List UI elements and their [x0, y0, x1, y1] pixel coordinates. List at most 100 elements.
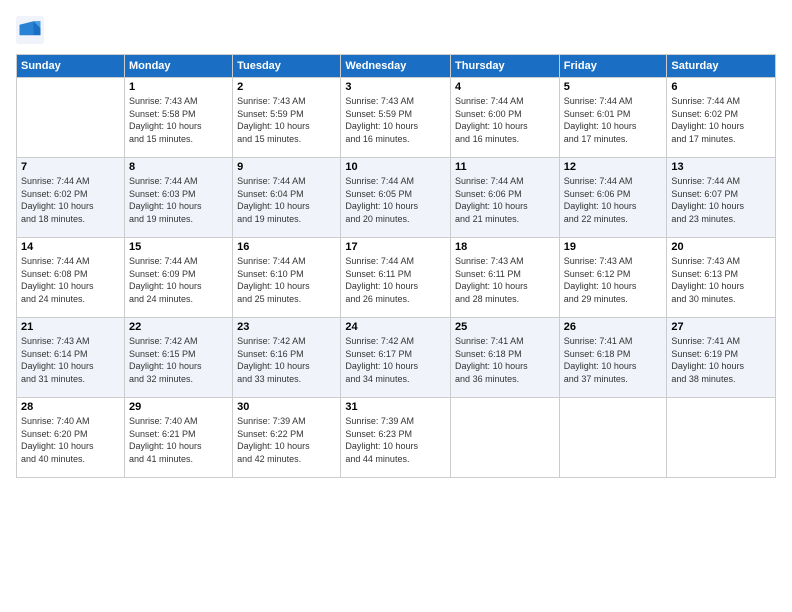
day-number: 30 — [237, 401, 336, 413]
day-header-sunday: Sunday — [17, 55, 125, 78]
day-number: 6 — [671, 81, 771, 93]
calendar-week-1: 1 Sunrise: 7:43 AM Sunset: 5:58 PM Daylig… — [17, 78, 776, 158]
day-number: 23 — [237, 321, 336, 333]
calendar-cell: 14 Sunrise: 7:44 AM Sunset: 6:08 PM Dayli… — [17, 238, 125, 318]
day-header-friday: Friday — [559, 55, 667, 78]
day-number: 5 — [564, 81, 663, 93]
day-number: 29 — [129, 401, 228, 413]
calendar-cell: 2Sunrise: 7:43 AM Sunset: 5:59 PM Daylig… — [233, 78, 341, 158]
calendar-table: SundayMondayTuesdayWednesdayThursdayFrid… — [16, 54, 776, 478]
day-info: Sunrise: 7:43 AM Sunset: 6:14 PM Dayligh… — [21, 335, 120, 385]
day-number: 13 — [671, 161, 771, 173]
logo — [16, 16, 46, 44]
day-header-thursday: Thursday — [451, 55, 560, 78]
day-number: 18 — [455, 241, 555, 253]
calendar-cell — [451, 398, 560, 478]
day-info: Sunrise: 7:42 AM Sunset: 6:17 PM Dayligh… — [345, 335, 446, 385]
calendar-cell — [559, 398, 667, 478]
day-info: Sunrise: 7:44 AM Sunset: 6:10 PM Dayligh… — [237, 255, 336, 305]
day-number: 10 — [345, 161, 446, 173]
day-header-tuesday: Tuesday — [233, 55, 341, 78]
day-number: 1 — [129, 81, 228, 93]
calendar-cell: 4 Sunrise: 7:44 AM Sunset: 6:00 PM Daylig… — [451, 78, 560, 158]
day-number: 26 — [564, 321, 663, 333]
calendar-cell: 13 Sunrise: 7:44 AM Sunset: 6:07 PM Dayli… — [667, 158, 776, 238]
day-number: 12 — [564, 161, 663, 173]
calendar-cell: 10 Sunrise: 7:44 AM Sunset: 6:05 PM Dayli… — [341, 158, 451, 238]
calendar-week-2: 7Sunrise: 7:44 AM Sunset: 6:02 PM Daylig… — [17, 158, 776, 238]
calendar-cell: 7Sunrise: 7:44 AM Sunset: 6:02 PM Daylig… — [17, 158, 125, 238]
day-info: Sunrise: 7:44 AM Sunset: 6:05 PM Dayligh… — [345, 175, 446, 225]
day-info: Sunrise: 7:44 AM Sunset: 6:06 PM Dayligh… — [455, 175, 555, 225]
calendar-cell: 17 Sunrise: 7:44 AM Sunset: 6:11 PM Dayli… — [341, 238, 451, 318]
calendar-cell: 27 Sunrise: 7:41 AM Sunset: 6:19 PM Dayli… — [667, 318, 776, 398]
calendar-cell: 15 Sunrise: 7:44 AM Sunset: 6:09 PM Dayli… — [124, 238, 232, 318]
calendar-cell: 20 Sunrise: 7:43 AM Sunset: 6:13 PM Dayli… — [667, 238, 776, 318]
day-info: Sunrise: 7:41 AM Sunset: 6:18 PM Dayligh… — [455, 335, 555, 385]
day-info: Sunrise: 7:43 AM Sunset: 5:58 PM Dayligh… — [129, 95, 228, 145]
calendar-cell — [667, 398, 776, 478]
day-info: Sunrise: 7:42 AM Sunset: 6:16 PM Dayligh… — [237, 335, 336, 385]
day-number: 3 — [345, 81, 446, 93]
day-number: 28 — [21, 401, 120, 413]
calendar-cell: 5 Sunrise: 7:44 AM Sunset: 6:01 PM Daylig… — [559, 78, 667, 158]
day-info: Sunrise: 7:44 AM Sunset: 6:04 PM Dayligh… — [237, 175, 336, 225]
day-number: 24 — [345, 321, 446, 333]
day-number: 20 — [671, 241, 771, 253]
day-info: Sunrise: 7:43 AM Sunset: 6:11 PM Dayligh… — [455, 255, 555, 305]
day-info: Sunrise: 7:44 AM Sunset: 6:03 PM Dayligh… — [129, 175, 228, 225]
day-number: 15 — [129, 241, 228, 253]
calendar-cell: 12 Sunrise: 7:44 AM Sunset: 6:06 PM Dayli… — [559, 158, 667, 238]
calendar-cell: 31 Sunrise: 7:39 AM Sunset: 6:23 PM Dayli… — [341, 398, 451, 478]
day-info: Sunrise: 7:44 AM Sunset: 6:11 PM Dayligh… — [345, 255, 446, 305]
day-number: 17 — [345, 241, 446, 253]
day-info: Sunrise: 7:44 AM Sunset: 6:02 PM Dayligh… — [671, 95, 771, 145]
day-number: 9 — [237, 161, 336, 173]
calendar-week-5: 28 Sunrise: 7:40 AM Sunset: 6:20 PM Dayli… — [17, 398, 776, 478]
calendar-cell: 16Sunrise: 7:44 AM Sunset: 6:10 PM Dayli… — [233, 238, 341, 318]
calendar-header-row: SundayMondayTuesdayWednesdayThursdayFrid… — [17, 55, 776, 78]
calendar-cell: 19 Sunrise: 7:43 AM Sunset: 6:12 PM Dayli… — [559, 238, 667, 318]
logo-icon — [16, 16, 44, 44]
day-number: 8 — [129, 161, 228, 173]
calendar-cell: 24 Sunrise: 7:42 AM Sunset: 6:17 PM Dayli… — [341, 318, 451, 398]
day-info: Sunrise: 7:44 AM Sunset: 6:07 PM Dayligh… — [671, 175, 771, 225]
calendar-cell: 8 Sunrise: 7:44 AM Sunset: 6:03 PM Daylig… — [124, 158, 232, 238]
calendar-cell: 21Sunrise: 7:43 AM Sunset: 6:14 PM Dayli… — [17, 318, 125, 398]
day-info: Sunrise: 7:44 AM Sunset: 6:09 PM Dayligh… — [129, 255, 228, 305]
calendar-cell: 30Sunrise: 7:39 AM Sunset: 6:22 PM Dayli… — [233, 398, 341, 478]
day-header-wednesday: Wednesday — [341, 55, 451, 78]
day-info: Sunrise: 7:40 AM Sunset: 6:20 PM Dayligh… — [21, 415, 120, 465]
calendar-week-4: 21Sunrise: 7:43 AM Sunset: 6:14 PM Dayli… — [17, 318, 776, 398]
day-number: 22 — [129, 321, 228, 333]
calendar-cell: 28 Sunrise: 7:40 AM Sunset: 6:20 PM Dayli… — [17, 398, 125, 478]
calendar-cell: 1 Sunrise: 7:43 AM Sunset: 5:58 PM Daylig… — [124, 78, 232, 158]
calendar-cell: 23 Sunrise: 7:42 AM Sunset: 6:16 PM Dayli… — [233, 318, 341, 398]
day-info: Sunrise: 7:44 AM Sunset: 6:01 PM Dayligh… — [564, 95, 663, 145]
day-info: Sunrise: 7:39 AM Sunset: 6:23 PM Dayligh… — [345, 415, 446, 465]
day-info: Sunrise: 7:44 AM Sunset: 6:08 PM Dayligh… — [21, 255, 120, 305]
day-number: 4 — [455, 81, 555, 93]
calendar-cell: 25 Sunrise: 7:41 AM Sunset: 6:18 PM Dayli… — [451, 318, 560, 398]
day-number: 19 — [564, 241, 663, 253]
day-info: Sunrise: 7:41 AM Sunset: 6:19 PM Dayligh… — [671, 335, 771, 385]
calendar-cell: 6 Sunrise: 7:44 AM Sunset: 6:02 PM Daylig… — [667, 78, 776, 158]
day-header-saturday: Saturday — [667, 55, 776, 78]
day-info: Sunrise: 7:42 AM Sunset: 6:15 PM Dayligh… — [129, 335, 228, 385]
page-container: SundayMondayTuesdayWednesdayThursdayFrid… — [0, 0, 792, 612]
day-info: Sunrise: 7:44 AM Sunset: 6:00 PM Dayligh… — [455, 95, 555, 145]
calendar-cell: 22 Sunrise: 7:42 AM Sunset: 6:15 PM Dayli… — [124, 318, 232, 398]
calendar-cell: 11 Sunrise: 7:44 AM Sunset: 6:06 PM Dayli… — [451, 158, 560, 238]
day-info: Sunrise: 7:44 AM Sunset: 6:06 PM Dayligh… — [564, 175, 663, 225]
day-number: 11 — [455, 161, 555, 173]
day-info: Sunrise: 7:40 AM Sunset: 6:21 PM Dayligh… — [129, 415, 228, 465]
day-info: Sunrise: 7:43 AM Sunset: 6:12 PM Dayligh… — [564, 255, 663, 305]
day-number: 14 — [21, 241, 120, 253]
header — [16, 16, 776, 44]
day-info: Sunrise: 7:44 AM Sunset: 6:02 PM Dayligh… — [21, 175, 120, 225]
day-number: 2 — [237, 81, 336, 93]
day-number: 27 — [671, 321, 771, 333]
day-number: 31 — [345, 401, 446, 413]
day-number: 25 — [455, 321, 555, 333]
day-info: Sunrise: 7:43 AM Sunset: 6:13 PM Dayligh… — [671, 255, 771, 305]
